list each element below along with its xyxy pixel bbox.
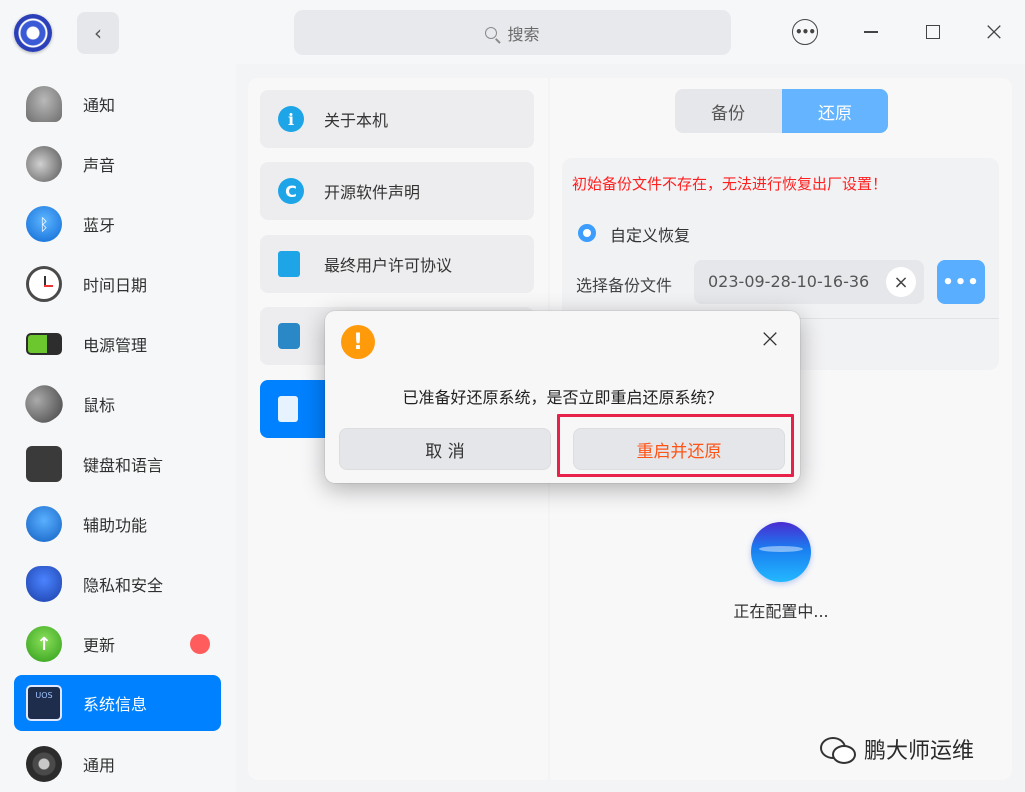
sidebar-item-label: 辅助功能: [83, 516, 148, 535]
clock-icon: [26, 266, 62, 302]
back-button[interactable]: ‹: [77, 12, 119, 54]
custom-restore-label: 自定义恢复: [610, 226, 691, 245]
document-list-icon: [278, 251, 300, 277]
sidebar-item-keyboard[interactable]: 键盘和语言: [14, 436, 221, 492]
minimize-button[interactable]: [857, 18, 885, 46]
sidebar-item-notification[interactable]: 通知: [14, 76, 221, 132]
sidebar-item-mouse[interactable]: 鼠标: [14, 376, 221, 432]
bluetooth-icon: ᛒ: [26, 206, 62, 242]
sidebar-item-label: 电源管理: [83, 336, 148, 355]
sidebar-item-label: 隐私和安全: [83, 576, 164, 595]
system-info-icon: UOS: [26, 685, 62, 721]
tab-backup[interactable]: 备份: [675, 89, 781, 133]
cancel-button[interactable]: 取 消: [339, 428, 551, 470]
sidebar-item-sound[interactable]: 声音: [14, 136, 221, 192]
sidebar-item-label: 通用: [83, 756, 116, 775]
copyright-icon: C: [278, 178, 304, 204]
sidebar-item-system-info[interactable]: UOS 系统信息: [14, 675, 221, 731]
bell-icon: [26, 86, 62, 122]
more-horizontal-icon: •••: [942, 271, 980, 293]
sidebar-item-label: 通知: [83, 96, 116, 115]
sidebar-item-label: 系统信息: [83, 695, 148, 714]
more-horizontal-icon: •••: [794, 25, 816, 39]
keyboard-icon: [26, 446, 62, 482]
annotation-highlight-box: [557, 414, 794, 477]
update-badge: [190, 634, 210, 654]
sidebar-item-label: 更新: [83, 636, 116, 655]
search-placeholder: 搜索: [507, 24, 540, 44]
progress-text: 正在配置中...: [733, 602, 829, 621]
progress-spinner-icon: [751, 522, 811, 582]
sidebar-item-label: 键盘和语言: [83, 456, 164, 475]
chevron-left-icon: ‹: [94, 21, 102, 45]
shield-hand-icon: [26, 566, 62, 602]
sidebar-item-label: 声音: [83, 156, 116, 175]
mouse-icon: [18, 378, 70, 430]
warning-icon: !: [341, 325, 375, 359]
info-icon: i: [278, 106, 304, 132]
close-window-button[interactable]: ×: [980, 17, 1008, 47]
speaker-icon: [26, 146, 62, 182]
submenu-item-label: 最终用户许可协议: [324, 256, 453, 275]
sidebar-item-update[interactable]: ↑ 更新: [14, 616, 221, 672]
browse-file-button[interactable]: •••: [937, 260, 985, 304]
sidebar: 通知 声音 ᛒ 蓝牙 时间日期 电源管理 鼠标 键盘和语言 辅助功能 隐私和安全…: [0, 64, 236, 792]
search-box[interactable]: 搜索: [294, 10, 731, 55]
sidebar-item-bluetooth[interactable]: ᛒ 蓝牙: [14, 196, 221, 252]
sidebar-item-label: 蓝牙: [83, 216, 116, 235]
dialog-message: 已准备好还原系统，是否立即重启还原系统？: [402, 388, 723, 407]
backup-file-field[interactable]: 023-09-28-10-16-36 ×: [694, 260, 924, 304]
submenu-item-label: 关于本机: [324, 111, 389, 130]
submenu-item-opensource[interactable]: C 开源软件声明: [260, 162, 534, 220]
sidebar-item-power[interactable]: 电源管理: [14, 316, 221, 372]
clear-file-button[interactable]: ×: [886, 267, 916, 297]
sidebar-item-privacy[interactable]: 隐私和安全: [14, 556, 221, 612]
battery-icon: [26, 333, 62, 355]
edition-badge-icon: [278, 323, 300, 349]
backup-file-value: 023-09-28-10-16-36: [708, 272, 870, 291]
title-bar: ‹ 搜索 ••• ×: [0, 0, 1025, 64]
submenu-item-label: 开源软件声明: [324, 183, 421, 202]
update-arrow-icon: ↑: [26, 626, 62, 662]
search-icon: [485, 26, 498, 39]
tab-restore[interactable]: 还原: [782, 89, 888, 133]
sidebar-item-label: 时间日期: [83, 276, 148, 295]
wechat-icon: [820, 735, 856, 764]
accessibility-icon: [26, 506, 62, 542]
control-center-logo-icon: [14, 14, 52, 52]
submenu-item-about[interactable]: i 关于本机: [260, 90, 534, 148]
sidebar-item-datetime[interactable]: 时间日期: [14, 256, 221, 312]
gear-icon: [26, 746, 62, 782]
custom-restore-radio[interactable]: [578, 224, 596, 242]
dialog-close-button[interactable]: ×: [758, 324, 782, 354]
watermark-text: 鹏大师运维: [864, 739, 975, 764]
watermark: 鹏大师运维: [820, 733, 974, 765]
sidebar-item-accessibility[interactable]: 辅助功能: [14, 496, 221, 552]
backup-restore-icon: [278, 396, 298, 422]
submenu-item-eula[interactable]: 最终用户许可协议: [260, 235, 534, 293]
close-icon: ×: [983, 17, 1005, 47]
backup-restore-tabs: 备份 还原: [675, 89, 888, 133]
sidebar-item-general[interactable]: 通用: [14, 736, 221, 792]
select-backup-file-label: 选择备份文件: [576, 276, 673, 295]
sidebar-item-label: 鼠标: [83, 396, 116, 415]
main-menu-button[interactable]: •••: [792, 19, 818, 45]
factory-reset-warning: 初始备份文件不存在，无法进行恢复出厂设置！: [572, 175, 888, 193]
maximize-button[interactable]: [919, 18, 947, 46]
